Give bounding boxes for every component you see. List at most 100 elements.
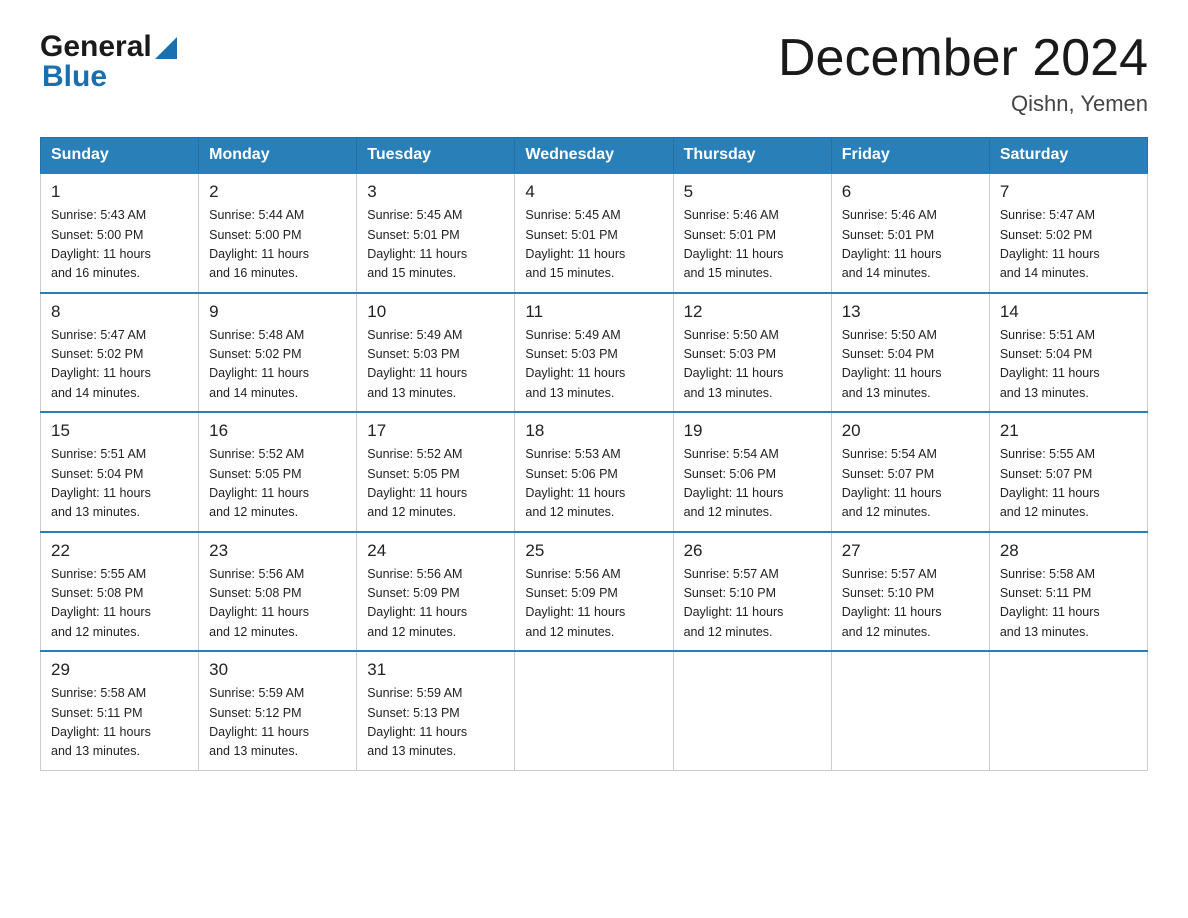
day-number: 29 xyxy=(51,660,188,680)
day-number: 17 xyxy=(367,421,504,441)
calendar-cell: 28 Sunrise: 5:58 AMSunset: 5:11 PMDaylig… xyxy=(989,532,1147,652)
calendar-cell: 13 Sunrise: 5:50 AMSunset: 5:04 PMDaylig… xyxy=(831,293,989,413)
day-detail: Sunrise: 5:57 AMSunset: 5:10 PMDaylight:… xyxy=(842,567,942,639)
day-detail: Sunrise: 5:52 AMSunset: 5:05 PMDaylight:… xyxy=(209,447,309,519)
day-detail: Sunrise: 5:43 AMSunset: 5:00 PMDaylight:… xyxy=(51,208,151,280)
calendar-cell: 6 Sunrise: 5:46 AMSunset: 5:01 PMDayligh… xyxy=(831,173,989,293)
calendar-title: December 2024 xyxy=(778,30,1148,87)
day-detail: Sunrise: 5:49 AMSunset: 5:03 PMDaylight:… xyxy=(367,328,467,400)
day-detail: Sunrise: 5:45 AMSunset: 5:01 PMDaylight:… xyxy=(367,208,467,280)
day-detail: Sunrise: 5:44 AMSunset: 5:00 PMDaylight:… xyxy=(209,208,309,280)
calendar-cell: 9 Sunrise: 5:48 AMSunset: 5:02 PMDayligh… xyxy=(199,293,357,413)
calendar-week-row: 22 Sunrise: 5:55 AMSunset: 5:08 PMDaylig… xyxy=(41,532,1148,652)
day-detail: Sunrise: 5:46 AMSunset: 5:01 PMDaylight:… xyxy=(684,208,784,280)
calendar-cell: 19 Sunrise: 5:54 AMSunset: 5:06 PMDaylig… xyxy=(673,412,831,532)
calendar-cell: 2 Sunrise: 5:44 AMSunset: 5:00 PMDayligh… xyxy=(199,173,357,293)
calendar-table: SundayMondayTuesdayWednesdayThursdayFrid… xyxy=(40,137,1148,771)
calendar-cell: 11 Sunrise: 5:49 AMSunset: 5:03 PMDaylig… xyxy=(515,293,673,413)
weekday-header-sunday: Sunday xyxy=(41,138,199,174)
day-detail: Sunrise: 5:49 AMSunset: 5:03 PMDaylight:… xyxy=(525,328,625,400)
day-number: 20 xyxy=(842,421,979,441)
day-number: 12 xyxy=(684,302,821,322)
day-number: 15 xyxy=(51,421,188,441)
day-detail: Sunrise: 5:55 AMSunset: 5:08 PMDaylight:… xyxy=(51,567,151,639)
day-detail: Sunrise: 5:54 AMSunset: 5:06 PMDaylight:… xyxy=(684,447,784,519)
calendar-subtitle: Qishn, Yemen xyxy=(778,91,1148,117)
calendar-week-row: 15 Sunrise: 5:51 AMSunset: 5:04 PMDaylig… xyxy=(41,412,1148,532)
calendar-cell: 5 Sunrise: 5:46 AMSunset: 5:01 PMDayligh… xyxy=(673,173,831,293)
weekday-header-friday: Friday xyxy=(831,138,989,174)
day-detail: Sunrise: 5:53 AMSunset: 5:06 PMDaylight:… xyxy=(525,447,625,519)
day-number: 14 xyxy=(1000,302,1137,322)
calendar-week-row: 1 Sunrise: 5:43 AMSunset: 5:00 PMDayligh… xyxy=(41,173,1148,293)
day-number: 13 xyxy=(842,302,979,322)
logo: General Blue xyxy=(40,30,177,94)
calendar-cell: 14 Sunrise: 5:51 AMSunset: 5:04 PMDaylig… xyxy=(989,293,1147,413)
calendar-cell: 27 Sunrise: 5:57 AMSunset: 5:10 PMDaylig… xyxy=(831,532,989,652)
day-number: 25 xyxy=(525,541,662,561)
day-detail: Sunrise: 5:59 AMSunset: 5:13 PMDaylight:… xyxy=(367,686,467,758)
day-number: 7 xyxy=(1000,182,1137,202)
calendar-cell: 1 Sunrise: 5:43 AMSunset: 5:00 PMDayligh… xyxy=(41,173,199,293)
day-number: 4 xyxy=(525,182,662,202)
day-number: 19 xyxy=(684,421,821,441)
page-header: General Blue December 2024 Qishn, Yemen xyxy=(40,30,1148,117)
day-number: 11 xyxy=(525,302,662,322)
day-detail: Sunrise: 5:52 AMSunset: 5:05 PMDaylight:… xyxy=(367,447,467,519)
calendar-cell: 7 Sunrise: 5:47 AMSunset: 5:02 PMDayligh… xyxy=(989,173,1147,293)
calendar-cell xyxy=(831,651,989,770)
day-detail: Sunrise: 5:54 AMSunset: 5:07 PMDaylight:… xyxy=(842,447,942,519)
day-detail: Sunrise: 5:45 AMSunset: 5:01 PMDaylight:… xyxy=(525,208,625,280)
day-detail: Sunrise: 5:58 AMSunset: 5:11 PMDaylight:… xyxy=(51,686,151,758)
calendar-cell: 18 Sunrise: 5:53 AMSunset: 5:06 PMDaylig… xyxy=(515,412,673,532)
day-number: 23 xyxy=(209,541,346,561)
day-number: 6 xyxy=(842,182,979,202)
calendar-week-row: 8 Sunrise: 5:47 AMSunset: 5:02 PMDayligh… xyxy=(41,293,1148,413)
day-number: 22 xyxy=(51,541,188,561)
calendar-cell xyxy=(515,651,673,770)
day-number: 30 xyxy=(209,660,346,680)
day-number: 27 xyxy=(842,541,979,561)
day-detail: Sunrise: 5:57 AMSunset: 5:10 PMDaylight:… xyxy=(684,567,784,639)
day-number: 1 xyxy=(51,182,188,202)
day-number: 26 xyxy=(684,541,821,561)
calendar-cell: 10 Sunrise: 5:49 AMSunset: 5:03 PMDaylig… xyxy=(357,293,515,413)
logo-arrow-icon xyxy=(155,37,177,59)
weekday-header-monday: Monday xyxy=(199,138,357,174)
calendar-cell: 17 Sunrise: 5:52 AMSunset: 5:05 PMDaylig… xyxy=(357,412,515,532)
calendar-cell: 22 Sunrise: 5:55 AMSunset: 5:08 PMDaylig… xyxy=(41,532,199,652)
calendar-cell xyxy=(673,651,831,770)
title-block: December 2024 Qishn, Yemen xyxy=(778,30,1148,117)
day-detail: Sunrise: 5:56 AMSunset: 5:08 PMDaylight:… xyxy=(209,567,309,639)
calendar-cell: 21 Sunrise: 5:55 AMSunset: 5:07 PMDaylig… xyxy=(989,412,1147,532)
day-number: 24 xyxy=(367,541,504,561)
day-detail: Sunrise: 5:56 AMSunset: 5:09 PMDaylight:… xyxy=(367,567,467,639)
weekday-header-wednesday: Wednesday xyxy=(515,138,673,174)
day-number: 5 xyxy=(684,182,821,202)
day-number: 9 xyxy=(209,302,346,322)
calendar-cell xyxy=(989,651,1147,770)
day-detail: Sunrise: 5:51 AMSunset: 5:04 PMDaylight:… xyxy=(51,447,151,519)
weekday-header-tuesday: Tuesday xyxy=(357,138,515,174)
weekday-header-saturday: Saturday xyxy=(989,138,1147,174)
day-detail: Sunrise: 5:50 AMSunset: 5:03 PMDaylight:… xyxy=(684,328,784,400)
calendar-cell: 16 Sunrise: 5:52 AMSunset: 5:05 PMDaylig… xyxy=(199,412,357,532)
calendar-cell: 3 Sunrise: 5:45 AMSunset: 5:01 PMDayligh… xyxy=(357,173,515,293)
calendar-cell: 20 Sunrise: 5:54 AMSunset: 5:07 PMDaylig… xyxy=(831,412,989,532)
day-detail: Sunrise: 5:59 AMSunset: 5:12 PMDaylight:… xyxy=(209,686,309,758)
day-detail: Sunrise: 5:50 AMSunset: 5:04 PMDaylight:… xyxy=(842,328,942,400)
logo-general-text: General xyxy=(40,30,152,64)
day-detail: Sunrise: 5:46 AMSunset: 5:01 PMDaylight:… xyxy=(842,208,942,280)
day-detail: Sunrise: 5:56 AMSunset: 5:09 PMDaylight:… xyxy=(525,567,625,639)
calendar-week-row: 29 Sunrise: 5:58 AMSunset: 5:11 PMDaylig… xyxy=(41,651,1148,770)
day-number: 18 xyxy=(525,421,662,441)
day-detail: Sunrise: 5:47 AMSunset: 5:02 PMDaylight:… xyxy=(1000,208,1100,280)
day-number: 16 xyxy=(209,421,346,441)
calendar-cell: 29 Sunrise: 5:58 AMSunset: 5:11 PMDaylig… xyxy=(41,651,199,770)
day-number: 10 xyxy=(367,302,504,322)
calendar-cell: 23 Sunrise: 5:56 AMSunset: 5:08 PMDaylig… xyxy=(199,532,357,652)
calendar-cell: 26 Sunrise: 5:57 AMSunset: 5:10 PMDaylig… xyxy=(673,532,831,652)
calendar-cell: 31 Sunrise: 5:59 AMSunset: 5:13 PMDaylig… xyxy=(357,651,515,770)
calendar-cell: 15 Sunrise: 5:51 AMSunset: 5:04 PMDaylig… xyxy=(41,412,199,532)
calendar-cell: 8 Sunrise: 5:47 AMSunset: 5:02 PMDayligh… xyxy=(41,293,199,413)
